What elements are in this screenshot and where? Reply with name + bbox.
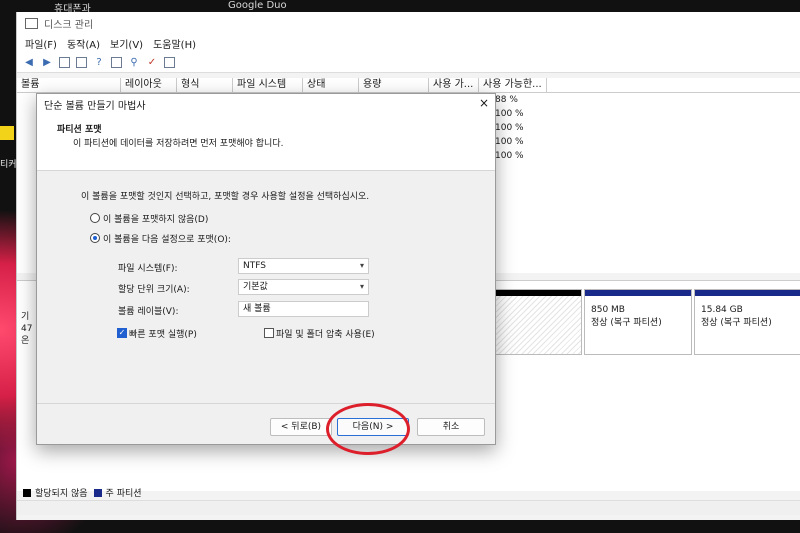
window-titlebar: 디스크 관리 xyxy=(17,12,800,34)
check-icon[interactable]: ✓ xyxy=(146,56,158,68)
back-arrow-icon[interactable]: ◀ xyxy=(23,56,35,68)
allocation-unit-value: 기본값 xyxy=(243,282,268,292)
chevron-down-icon: ▾ xyxy=(359,282,364,291)
chevron-down-icon: ▾ xyxy=(359,261,364,270)
partition-recovery-2[interactable]: 15.84 GB 정상 (복구 파티션) xyxy=(694,289,800,355)
format-instruction: 이 볼륨을 포맷할 것인지 선택하고, 포맷할 경우 사용할 설정을 선택하십시… xyxy=(81,192,370,202)
menu-bar: 파일(F) 동작(A) 보기(V) 도움말(H) xyxy=(17,34,800,52)
menu-file[interactable]: 파일(F) xyxy=(25,36,57,51)
legend: 할당되지 않음 주 파티션 xyxy=(23,486,142,499)
properties-icon[interactable] xyxy=(76,56,87,68)
col-filesystem[interactable]: 파일 시스템 xyxy=(233,78,303,92)
quick-format-checkbox[interactable]: ✓ xyxy=(117,328,127,338)
wizard-header: 파티션 포맷 이 파티션에 데이터를 저장하려면 먼저 포맷해야 합니다. xyxy=(37,114,495,171)
col-volume[interactable]: 볼륨 xyxy=(17,78,121,92)
volume-label-input[interactable]: 새 볼륨 xyxy=(238,301,369,317)
volume-row-free-percent[interactable]: 100 % xyxy=(495,109,524,119)
volume-list-header: 볼륨 레이아웃 형식 파일 시스템 상태 용량 사용 가... 사용 가능한..… xyxy=(17,78,800,93)
col-free[interactable]: 사용 가... xyxy=(429,78,479,92)
filesystem-value: NTFS xyxy=(243,261,266,271)
allocation-unit-label: 할당 단위 크기(A): xyxy=(118,285,190,295)
volume-row-free-percent[interactable]: 100 % xyxy=(495,123,524,133)
disk-label-line: 온 xyxy=(21,336,30,346)
partition-size: 850 MB xyxy=(591,305,625,315)
volume-row-free-percent[interactable]: 100 % xyxy=(495,137,524,147)
new-simple-volume-wizard: 단순 볼륨 만들기 마법사 × 파티션 포맷 이 파티션에 데이터를 저장하려면… xyxy=(36,93,496,445)
help-icon[interactable]: ? xyxy=(93,56,105,68)
partition-status: 정상 (복구 파티션) xyxy=(591,318,662,328)
radio-no-format-label[interactable]: 이 볼륨을 포맷하지 않음(D) xyxy=(103,212,208,225)
partition-recovery-1[interactable]: 850 MB 정상 (복구 파티션) xyxy=(584,289,692,355)
menu-action[interactable]: 동작(A) xyxy=(67,36,100,51)
filesystem-select[interactable]: NTFS ▾ xyxy=(238,258,369,274)
desktop-app-icon[interactable] xyxy=(0,126,14,140)
toolbar: ◀ ▶ ? ⚲ ✓ xyxy=(17,52,800,73)
legend-label-unallocated: 할당되지 않음 xyxy=(35,489,88,499)
partition-size: 15.84 GB xyxy=(701,305,743,315)
disk-management-icon xyxy=(25,17,38,29)
console-tree-icon[interactable] xyxy=(59,56,70,68)
col-capacity[interactable]: 용량 xyxy=(359,78,429,92)
volume-label-label: 볼륨 레이블(V): xyxy=(118,307,179,317)
disk-label[interactable]: 기 47 온 xyxy=(21,311,32,347)
dialog-titlebar: 단순 볼륨 만들기 마법사 xyxy=(37,94,495,114)
wizard-header-title: 파티션 포맷 xyxy=(57,125,102,135)
volume-row-free-percent[interactable]: 100 % xyxy=(495,151,524,161)
window-title: 디스크 관리 xyxy=(44,19,94,31)
col-type[interactable]: 형식 xyxy=(177,78,233,92)
connect-icon[interactable]: ⚲ xyxy=(128,56,140,68)
close-icon[interactable]: × xyxy=(479,96,489,110)
desktop-icon-label: 티커 xyxy=(0,160,17,170)
filesystem-label: 파일 시스템(F): xyxy=(118,264,178,274)
col-free-percent[interactable]: 사용 가능한... xyxy=(479,78,547,92)
list-icon[interactable] xyxy=(164,56,175,68)
desktop-label-duo[interactable]: Google Duo xyxy=(228,0,287,11)
partition-status: 정상 (복구 파티션) xyxy=(701,318,772,328)
partition-bar xyxy=(496,290,581,296)
compression-label[interactable]: 파일 및 폴더 압축 사용(E) xyxy=(276,327,375,340)
menu-view[interactable]: 보기(V) xyxy=(110,36,143,51)
disk-label-line: 47 xyxy=(21,324,33,334)
allocation-unit-select[interactable]: 기본값 ▾ xyxy=(238,279,369,295)
wizard-header-subtitle: 이 파티션에 데이터를 저장하려면 먼저 포맷해야 합니다. xyxy=(73,139,284,149)
dialog-title: 단순 볼륨 만들기 마법사 xyxy=(44,100,146,112)
legend-label-primary: 주 파티션 xyxy=(105,489,142,499)
radio-format[interactable] xyxy=(90,233,100,243)
disk-label-line: 기 xyxy=(21,312,30,322)
partition-unallocated[interactable] xyxy=(495,289,582,355)
compression-checkbox[interactable] xyxy=(264,328,274,338)
red-highlight-circle xyxy=(326,403,410,455)
dialog-separator xyxy=(37,403,495,404)
back-button[interactable]: < 뒤로(B) xyxy=(270,418,332,436)
col-layout[interactable]: 레이아웃 xyxy=(121,78,177,92)
volume-row-free-percent[interactable]: 88 % xyxy=(495,95,518,105)
cancel-button[interactable]: 취소 xyxy=(417,418,485,436)
col-status[interactable]: 상태 xyxy=(303,78,359,92)
quick-format-label[interactable]: 빠른 포맷 실행(P) xyxy=(129,327,197,340)
legend-swatch-primary xyxy=(93,488,102,497)
radio-no-format[interactable] xyxy=(90,213,100,223)
legend-swatch-unallocated xyxy=(23,488,31,497)
view-icon[interactable] xyxy=(111,56,122,68)
forward-arrow-icon[interactable]: ▶ xyxy=(41,56,53,68)
horizontal-scrollbar[interactable] xyxy=(17,500,800,515)
menu-help[interactable]: 도움말(H) xyxy=(153,36,196,51)
volume-label-value: 새 볼륨 xyxy=(243,304,271,314)
radio-format-label[interactable]: 이 볼륨을 다음 설정으로 포맷(O): xyxy=(103,232,231,245)
